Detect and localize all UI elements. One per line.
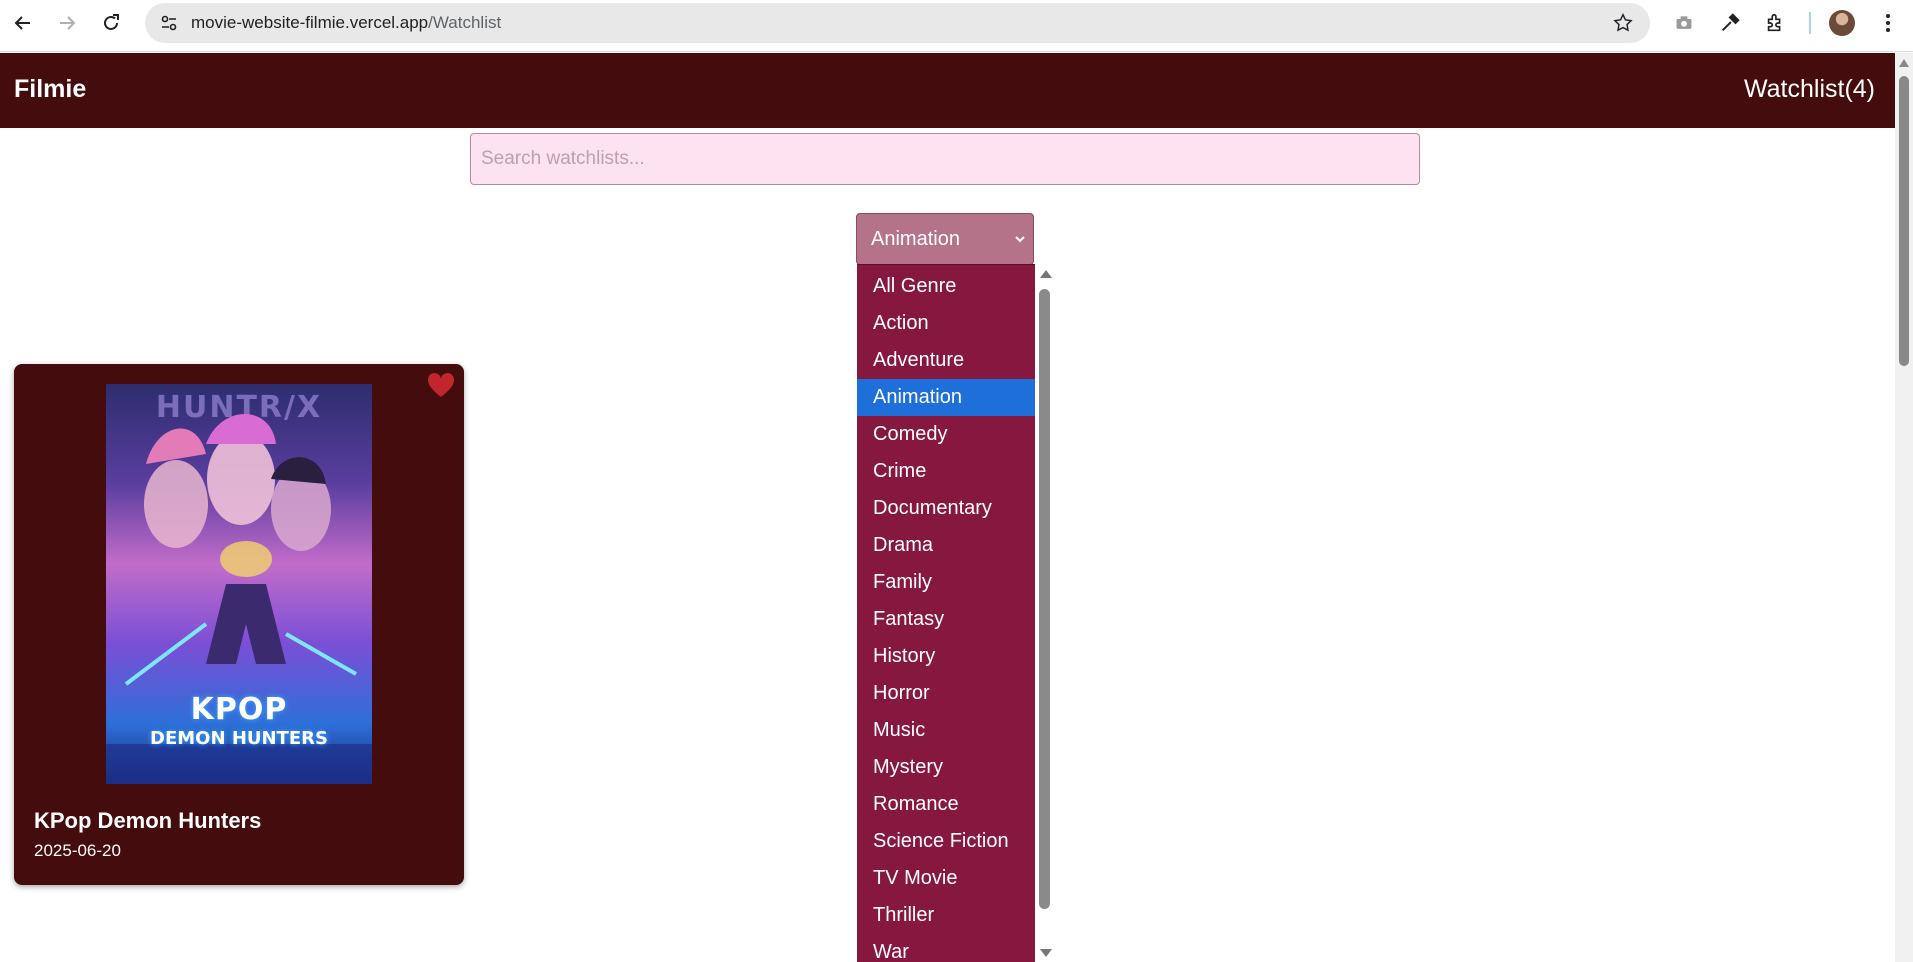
scroll-down-arrow-icon[interactable] [1040,949,1052,957]
forward-arrow-icon [60,16,76,30]
genre-option[interactable]: Science Fiction [857,823,1035,860]
movie-title: KPop Demon Hunters [34,808,262,833]
back-button[interactable] [8,8,38,38]
browser-toolbar: movie-website-filmie.vercel.app/Watchlis… [0,0,1913,52]
url-text: movie-website-filmie.vercel.app/Watchlis… [191,13,501,33]
page-scroll-up-arrow-icon[interactable] [1899,59,1909,67]
poster-subtitle-text: DEMON HUNTERS [150,728,328,749]
genre-select-value: Animation [871,227,960,250]
genre-option[interactable]: Family [857,564,1035,601]
url-path: /Watchlist [428,13,502,32]
movie-release-date: 2025-06-20 [34,841,121,860]
forward-button[interactable] [52,8,82,38]
page-content: Filmie Watchlist(4) Animation All GenreA… [0,53,1895,962]
genre-option[interactable]: War [857,934,1035,962]
genre-option[interactable]: Action [857,305,1035,342]
genre-option[interactable]: Comedy [857,416,1035,453]
page-scroll-thumb[interactable] [1899,76,1909,366]
reload-button[interactable] [96,8,126,38]
genre-option[interactable]: Adventure [857,342,1035,379]
genre-option[interactable]: Animation [857,379,1035,416]
genre-option[interactable]: Music [857,712,1035,749]
genre-option[interactable]: Drama [857,527,1035,564]
search-input[interactable] [470,133,1420,185]
favorite-heart-icon[interactable] [427,372,455,398]
profile-avatar[interactable] [1829,10,1855,36]
genre-option[interactable]: Documentary [857,490,1035,527]
genre-option[interactable]: History [857,638,1035,675]
toolbar-divider [1809,12,1811,34]
page-scrollbar[interactable] [1895,53,1913,962]
scroll-up-arrow-icon[interactable] [1040,270,1052,278]
dropdown-scroll-thumb[interactable] [1039,289,1050,909]
movie-poster[interactable]: HUNTR/X KPOP DEMON HUNTERS [106,384,372,784]
genre-select[interactable]: Animation [856,213,1034,265]
address-bar[interactable]: movie-website-filmie.vercel.app/Watchlis… [145,3,1650,43]
camera-icon[interactable] [1672,11,1696,35]
eyedropper-icon[interactable] [1718,11,1742,35]
genre-dropdown-list: All Genre Action Adventure Animation Comedy C… [857,264,1035,962]
watchlist-link[interactable]: Watchlist(4) [1744,75,1875,104]
genre-option[interactable]: All Genre [857,268,1035,305]
genre-option[interactable]: Crime [857,453,1035,490]
genre-option[interactable]: Horror [857,675,1035,712]
back-arrow-icon [14,16,30,30]
site-info-icon[interactable] [159,13,179,33]
brand-logo[interactable]: Filmie [14,75,86,104]
reload-icon [104,14,119,30]
poster-title-text: KPOP [190,692,288,727]
movie-card[interactable]: HUNTR/X KPOP DEMON HUNTERS KPop Demon Hu… [14,364,464,885]
url-host: movie-website-filmie.vercel.app [191,13,429,32]
browser-menu-icon[interactable] [1878,11,1898,35]
bookmark-star-icon[interactable] [1612,12,1634,34]
genre-option[interactable]: Fantasy [857,601,1035,638]
chevron-down-icon [1015,236,1025,243]
genre-option[interactable]: Mystery [857,749,1035,786]
genre-option[interactable]: Romance [857,786,1035,823]
site-header: Filmie Watchlist(4) [0,53,1895,128]
genre-option[interactable]: TV Movie [857,860,1035,897]
extensions-puzzle-icon[interactable] [1763,11,1787,35]
dropdown-scrollbar[interactable] [1035,264,1054,962]
genre-option[interactable]: Thriller [857,897,1035,934]
